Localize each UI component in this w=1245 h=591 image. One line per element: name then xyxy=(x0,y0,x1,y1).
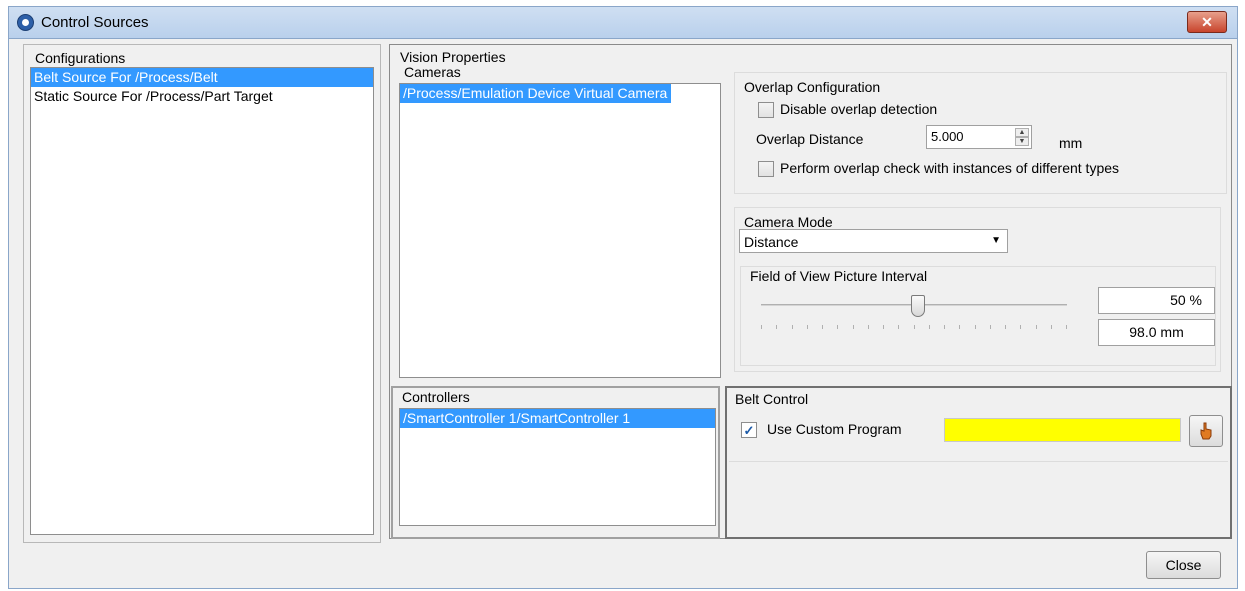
slider-tick xyxy=(837,325,838,329)
camera-mode-group: Camera Mode Distance ▼ Field of View Pic… xyxy=(734,207,1221,372)
controllers-group: Controllers /SmartController 1/SmartCont… xyxy=(391,386,720,539)
slider-tick xyxy=(990,325,991,329)
custom-program-field[interactable] xyxy=(944,418,1181,442)
fov-slider-ticks xyxy=(761,325,1067,329)
overlap-distance-value: 5.000 xyxy=(931,129,964,144)
fov-slider-thumb[interactable] xyxy=(911,295,925,317)
disable-overlap-label: Disable overlap detection xyxy=(780,101,938,117)
slider-tick xyxy=(807,325,808,329)
app-icon xyxy=(17,14,34,31)
cameras-list[interactable]: /Process/Emulation Device Virtual Camera xyxy=(399,83,721,378)
slider-tick xyxy=(1020,325,1021,329)
slider-tick xyxy=(792,325,793,329)
fov-label: Field of View Picture Interval xyxy=(750,268,928,284)
slider-tick xyxy=(1036,325,1037,329)
close-button[interactable]: Close xyxy=(1146,551,1221,579)
overlap-distance-label: Overlap Distance xyxy=(756,131,864,147)
slider-tick xyxy=(1066,325,1067,329)
title-bar: Control Sources ✕ xyxy=(8,6,1238,38)
chevron-down-icon: ▼ xyxy=(991,235,1001,246)
slider-tick xyxy=(761,325,762,329)
fov-percent-field[interactable]: 50 % xyxy=(1098,287,1215,314)
slider-tick xyxy=(853,325,854,329)
window-title: Control Sources xyxy=(41,14,149,31)
list-item[interactable]: /Process/Emulation Device Virtual Camera xyxy=(400,84,672,103)
window-close-button[interactable]: ✕ xyxy=(1187,11,1227,33)
list-item[interactable]: /SmartController 1/SmartController 1 xyxy=(400,409,715,428)
camera-mode-select[interactable]: Distance ▼ xyxy=(739,229,1008,253)
fov-group: Field of View Picture Interval 50 % 98.0… xyxy=(740,266,1216,366)
dialog-body: Configurations Belt Source For /Process/… xyxy=(8,38,1238,589)
slider-tick xyxy=(776,325,777,329)
slider-tick xyxy=(898,325,899,329)
slider-tick xyxy=(929,325,930,329)
configurations-group: Configurations Belt Source For /Process/… xyxy=(23,44,381,543)
slider-tick xyxy=(975,325,976,329)
slider-tick xyxy=(959,325,960,329)
hand-pointer-icon xyxy=(1200,422,1212,440)
overlap-distance-stepper[interactable]: 5.000 ▲ ▼ xyxy=(926,125,1032,149)
use-custom-program-checkbox[interactable]: ✓ xyxy=(741,422,757,438)
slider-tick xyxy=(1005,325,1006,329)
fov-distance-field[interactable]: 98.0 mm xyxy=(1098,319,1215,346)
spin-down-icon[interactable]: ▼ xyxy=(1015,137,1029,146)
belt-control-label: Belt Control xyxy=(735,391,809,407)
slider-tick xyxy=(883,325,884,329)
overlap-distance-unit: mm xyxy=(1059,135,1083,151)
different-types-checkbox[interactable] xyxy=(758,161,774,177)
cameras-label: Cameras xyxy=(404,64,461,80)
fov-slider[interactable] xyxy=(761,295,1067,354)
use-custom-program-label: Use Custom Program xyxy=(767,421,902,437)
different-types-label: Perform overlap check with instances of … xyxy=(780,160,1120,176)
disable-overlap-checkbox[interactable] xyxy=(758,102,774,118)
controllers-label: Controllers xyxy=(402,389,470,405)
list-item[interactable]: Static Source For /Process/Part Target xyxy=(31,87,373,106)
vision-properties-label: Vision Properties xyxy=(400,49,506,65)
camera-mode-value: Distance xyxy=(744,234,799,250)
configurations-list[interactable]: Belt Source For /Process/Belt Static Sou… xyxy=(30,67,374,535)
slider-tick xyxy=(1051,325,1052,329)
slider-tick xyxy=(868,325,869,329)
camera-mode-label: Camera Mode xyxy=(744,214,833,230)
spin-up-icon[interactable]: ▲ xyxy=(1015,128,1029,137)
controllers-list[interactable]: /SmartController 1/SmartController 1 xyxy=(399,408,716,526)
slider-tick xyxy=(944,325,945,329)
slider-tick xyxy=(914,325,915,329)
overlap-configuration-label: Overlap Configuration xyxy=(744,79,881,95)
belt-control-group: Belt Control ✓ Use Custom Program xyxy=(725,386,1232,539)
slider-tick xyxy=(822,325,823,329)
program-picker-button[interactable] xyxy=(1189,415,1223,447)
configurations-label: Configurations xyxy=(35,50,126,66)
overlap-configuration-group: Overlap Configuration Disable overlap de… xyxy=(734,72,1227,194)
list-item[interactable]: Belt Source For /Process/Belt xyxy=(31,68,373,87)
